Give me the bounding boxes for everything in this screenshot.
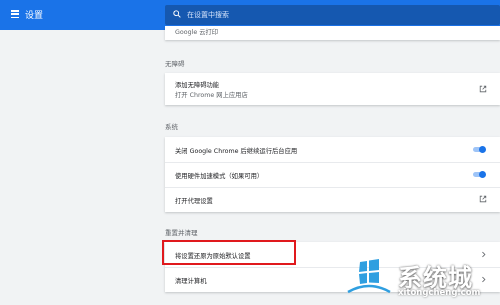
add-accessibility-title: 添加无障碍功能 xyxy=(175,82,220,89)
proxy-settings-row[interactable]: 打开代理设置 xyxy=(165,187,500,211)
section-title-system: 系统 xyxy=(165,123,178,131)
hardware-acceleration-row[interactable]: 使用硬件加速模式（如果可用） xyxy=(165,162,500,187)
google-cloud-print-card: Google 云打印 xyxy=(165,26,500,40)
highlight-box xyxy=(162,240,296,265)
external-link-icon[interactable] xyxy=(479,195,487,203)
system-card: 关闭 Google Chrome 后继续运行后台应用 使用硬件加速模式（如果可用… xyxy=(165,137,500,212)
google-cloud-print-label: Google 云打印 xyxy=(175,29,219,36)
google-cloud-print-row[interactable]: Google 云打印 xyxy=(165,26,500,40)
hamburger-menu-icon[interactable] xyxy=(11,10,19,19)
external-link-icon[interactable] xyxy=(479,85,487,93)
watermark-url: xitongcheng.com xyxy=(398,288,481,298)
open-webstore-subtitle: 打开 Chrome 网上应用店 xyxy=(175,92,248,99)
watermark-logo-icon xyxy=(347,259,391,294)
background-apps-toggle[interactable] xyxy=(472,146,486,153)
background-apps-row[interactable]: 关闭 Google Chrome 后继续运行后台应用 xyxy=(165,137,500,162)
search-icon xyxy=(173,10,181,18)
proxy-settings-label: 打开代理设置 xyxy=(175,198,213,205)
section-title-reset: 重置并清理 xyxy=(165,229,198,237)
search-box[interactable] xyxy=(165,5,500,25)
page-title: 设置 xyxy=(25,11,44,21)
search-input[interactable] xyxy=(187,5,487,25)
section-title-accessibility: 无障碍 xyxy=(165,60,185,68)
background-apps-label: 关闭 Google Chrome 后继续运行后台应用 xyxy=(175,148,298,155)
site-watermark: 系统城 xitongcheng.com xyxy=(342,244,500,305)
hardware-acceleration-label: 使用硬件加速模式（如果可用） xyxy=(175,173,264,180)
accessibility-card: 添加无障碍功能 打开 Chrome 网上应用店 xyxy=(165,73,500,105)
clean-up-computer-label: 清理计算机 xyxy=(175,278,207,285)
hardware-acceleration-toggle[interactable] xyxy=(472,171,486,178)
add-accessibility-row[interactable]: 添加无障碍功能 打开 Chrome 网上应用店 xyxy=(165,73,500,105)
